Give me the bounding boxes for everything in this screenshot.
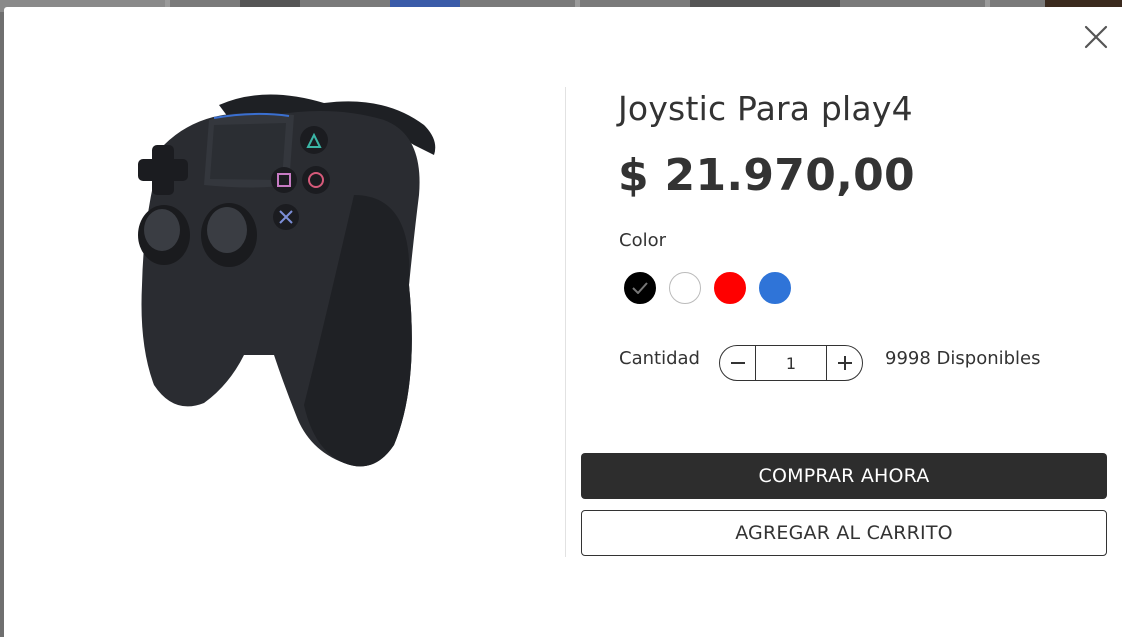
decrease-button[interactable] [720,346,755,380]
check-icon [632,282,648,294]
increase-button[interactable] [827,346,862,380]
color-swatch-black[interactable] [624,272,656,304]
stock-available: 9998 Disponibles [885,348,1041,369]
product-image [124,85,454,475]
color-swatch-red[interactable] [714,272,746,304]
color-label: Color [619,230,666,251]
color-swatches [624,272,791,304]
minus-icon [730,362,745,364]
quantity-label: Cantidad [619,348,700,369]
product-price: $ 21.970,00 [618,150,915,201]
product-quickview-modal: Joystic Para play4 $ 21.970,00 Color Can… [4,7,1122,637]
buy-now-button[interactable]: COMPRAR AHORA [581,453,1107,499]
close-icon[interactable] [1082,23,1110,51]
color-swatch-blue[interactable] [759,272,791,304]
add-to-cart-button[interactable]: AGREGAR AL CARRITO [581,510,1107,556]
divider [565,87,566,557]
quantity-stepper [719,345,863,381]
product-title: Joystic Para play4 [618,89,913,128]
plus-icon [837,356,852,370]
quantity-input[interactable] [755,346,827,380]
color-swatch-white[interactable] [669,272,701,304]
